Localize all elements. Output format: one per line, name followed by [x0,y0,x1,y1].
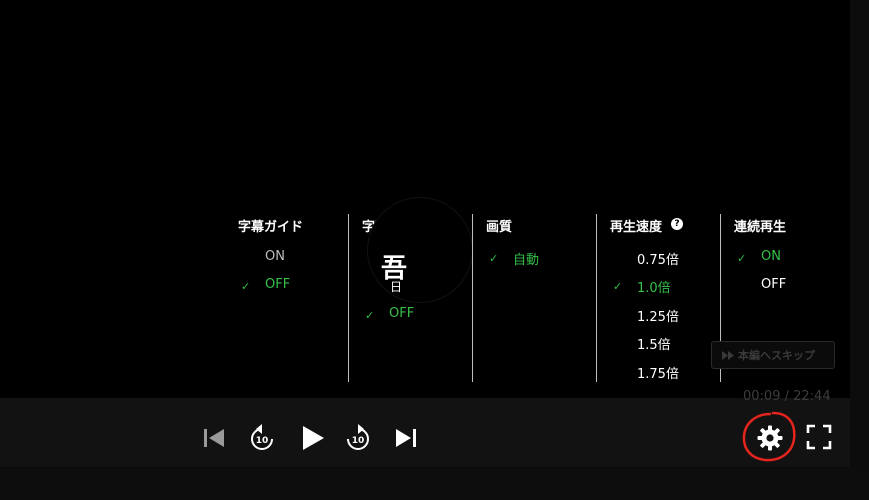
rewind-seconds: 10 [256,436,269,446]
autoplay-off[interactable]: OFF [761,277,786,292]
time-readout: 00:09 / 22:44 [743,389,831,404]
subtitle-guide-on[interactable]: ON [265,249,285,264]
speed-option[interactable]: 1.5倍 [637,334,671,353]
speed-title: 再生速度 [610,220,663,235]
check-icon: ✓ [241,280,251,293]
skip-previous-icon[interactable] [202,427,226,449]
subtitles-partial-label: 日 [390,280,403,294]
time-separator: / [780,389,794,404]
check-icon: ✓ [489,252,499,265]
subtitle-guide-off[interactable]: OFF [265,277,290,292]
check-icon: ✓ [365,309,375,322]
check-icon: ✓ [737,252,747,265]
quality-title: 画質 [486,220,513,235]
settings-button[interactable] [740,409,798,465]
right-edge [850,0,869,500]
rewind-10-icon[interactable]: 10 [248,423,276,453]
speed-option[interactable]: 1.25倍 [637,306,679,325]
column-divider [472,214,473,382]
current-time: 00:09 [743,389,781,404]
check-icon: ✓ [613,280,623,293]
bottom-edge [0,467,869,500]
fullscreen-icon[interactable] [806,424,832,450]
autoplay-on[interactable]: ON [761,249,781,264]
play-icon[interactable] [300,425,326,451]
forward-seconds: 10 [352,436,365,446]
skip-intro-label: 本編へスキップ [738,349,815,362]
help-icon[interactable]: ? [671,218,683,230]
fast-forward-icon [722,351,734,360]
gear-icon [757,425,783,451]
skip-intro-button[interactable]: 本編へスキップ [711,341,835,369]
duration: 22:44 [793,389,831,404]
autoplay-title: 連続再生 [734,220,787,235]
speed-option[interactable]: 1.75倍 [637,363,679,382]
skip-next-icon[interactable] [394,427,418,449]
subtitles-off[interactable]: OFF [389,306,414,321]
speed-option-selected[interactable]: 1.0倍 [637,277,671,296]
column-divider [348,214,349,382]
subtitle-guide-title: 字幕ガイド [238,220,304,235]
forward-10-icon[interactable]: 10 [344,423,372,453]
control-bar [0,398,850,467]
speed-option[interactable]: 0.75倍 [637,249,679,268]
quality-auto[interactable]: 自動 [513,249,539,268]
column-divider [596,214,597,382]
